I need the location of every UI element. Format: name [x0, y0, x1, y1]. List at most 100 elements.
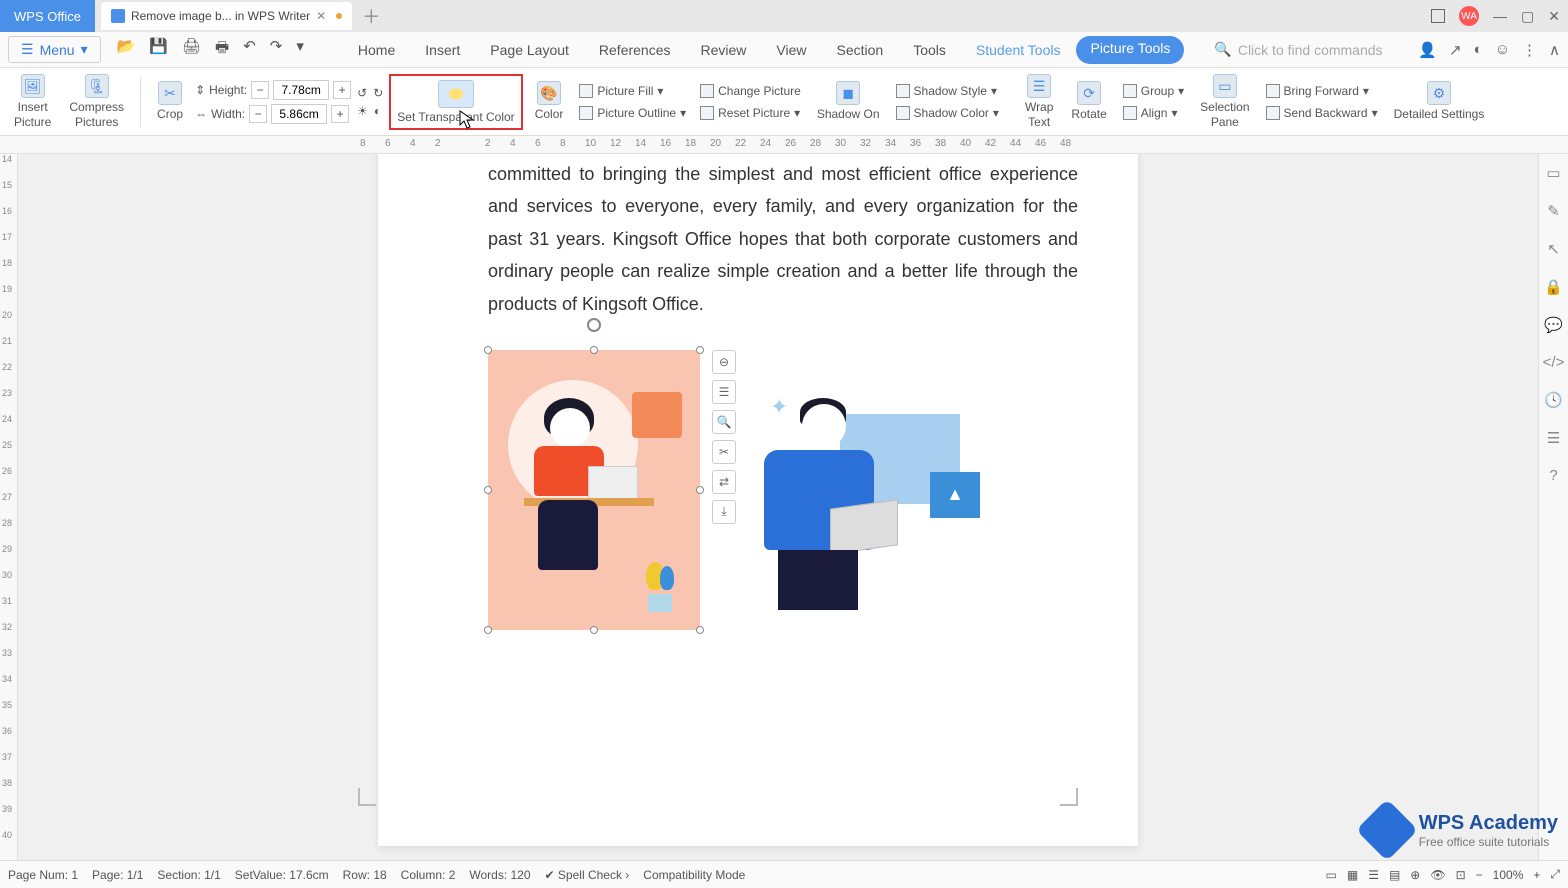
rotate-left-icon[interactable]: ↺ [357, 86, 367, 100]
edit-icon[interactable]: ✎ [1547, 202, 1560, 220]
minimize-icon[interactable]: — [1493, 8, 1507, 24]
lock-icon[interactable]: 🔒 [1544, 278, 1563, 296]
width-increase[interactable]: + [331, 105, 349, 123]
contrast-icon[interactable]: ◐ [374, 104, 381, 118]
more-icon[interactable]: ⋮ [1522, 41, 1537, 59]
tab-references[interactable]: References [585, 36, 685, 64]
tab-insert[interactable]: Insert [411, 36, 474, 64]
height-increase[interactable]: + [333, 81, 351, 99]
select-icon[interactable]: ↖ [1547, 240, 1560, 258]
tab-section[interactable]: Section [823, 36, 898, 64]
command-search[interactable]: 🔍 Click to find commands [1214, 41, 1382, 58]
qat-more-icon[interactable]: ▾ [296, 37, 304, 62]
resize-handle-e[interactable] [696, 486, 704, 494]
reset-picture-button[interactable]: Reset Picture ▾ [696, 104, 805, 122]
add-tab-button[interactable]: ＋ [362, 3, 380, 29]
feedback-icon[interactable]: ☺ [1495, 41, 1510, 59]
resize-handle-n[interactable] [590, 346, 598, 354]
tab-home[interactable]: Home [344, 36, 409, 64]
fullscreen-icon[interactable]: ⤢ [1550, 867, 1560, 882]
second-image[interactable]: ✦ ▲ [750, 394, 990, 626]
width-input[interactable] [271, 104, 327, 124]
tab-picture-tools[interactable]: Picture Tools [1076, 36, 1184, 64]
fit-icon[interactable]: ⊡ [1456, 868, 1466, 882]
wrap-text-button[interactable]: ☰Wrap Text [1019, 72, 1059, 131]
view-globe-icon[interactable]: ⊕ [1410, 868, 1420, 882]
shadow-style-button[interactable]: Shadow Style ▾ [892, 82, 1003, 100]
template-icon[interactable]: ☰ [1547, 429, 1560, 447]
layout-tool[interactable]: ☰ [712, 380, 736, 404]
tab-tools[interactable]: Tools [899, 36, 960, 64]
view-eye-icon[interactable]: 👁 [1430, 868, 1445, 882]
resize-handle-ne[interactable] [696, 346, 704, 354]
zoom-out-button[interactable]: − [1476, 868, 1483, 882]
object-properties-icon[interactable]: ▭ [1546, 164, 1560, 182]
maximize-icon[interactable]: ▢ [1521, 8, 1534, 25]
group-button[interactable]: Group ▾ [1119, 82, 1188, 100]
color-button[interactable]: 🎨Color [529, 79, 570, 123]
tab-student-tools[interactable]: Student Tools [962, 36, 1075, 64]
resize-handle-w[interactable] [484, 486, 492, 494]
shadow-color-button[interactable]: Shadow Color ▾ [892, 104, 1003, 122]
user-avatar[interactable]: WA [1459, 6, 1479, 26]
rotate-handle[interactable] [587, 318, 601, 332]
window-mode-icon[interactable] [1431, 9, 1445, 23]
vertical-ruler[interactable]: 1415161718192021222324252627282930313233… [0, 154, 18, 860]
resize-handle-nw[interactable] [484, 346, 492, 354]
view-outline-icon[interactable]: ☰ [1368, 868, 1379, 882]
bring-forward-button[interactable]: Bring Forward ▾ [1262, 82, 1382, 100]
zoom-level[interactable]: 100% [1493, 868, 1524, 882]
help-icon[interactable]: ? [1549, 467, 1557, 484]
tab-review[interactable]: Review [687, 36, 761, 64]
replace-tool[interactable]: ⇄ [712, 470, 736, 494]
brightness-icon[interactable]: ☀ [357, 104, 368, 118]
export-tool[interactable]: ⤓ [712, 500, 736, 524]
resize-handle-s[interactable] [590, 626, 598, 634]
crop-tool[interactable]: ✂ [712, 440, 736, 464]
screen-icon[interactable]: ▭ [1326, 868, 1337, 882]
document-tab[interactable]: Remove image b... in WPS Writer ✕ [101, 2, 352, 30]
save-icon[interactable]: 💾 [149, 37, 168, 62]
share-icon[interactable]: ↗ [1449, 41, 1462, 59]
open-icon[interactable]: 📂 [117, 37, 136, 62]
code-icon[interactable]: </> [1543, 354, 1565, 371]
zoom-tool[interactable]: 🔍 [712, 410, 736, 434]
redo-icon[interactable]: ↷ [270, 37, 283, 62]
resize-handle-sw[interactable] [484, 626, 492, 634]
menu-button[interactable]: ☰ Menu ▾ [8, 36, 101, 63]
close-window-icon[interactable]: ✕ [1548, 8, 1560, 25]
close-tab-icon[interactable]: ✕ [316, 9, 326, 23]
zoom-in-button[interactable]: + [1533, 868, 1540, 882]
align-button[interactable]: Align ▾ [1119, 104, 1188, 122]
set-transparent-color-button[interactable]: Set Transparent Color [389, 74, 522, 130]
spell-check-button[interactable]: ✔ Spell Check › [545, 868, 630, 882]
theme-icon[interactable]: ◐ [1474, 41, 1483, 59]
width-decrease[interactable]: − [249, 105, 267, 123]
change-picture-button[interactable]: Change Picture [696, 82, 805, 100]
tab-page-layout[interactable]: Page Layout [476, 36, 583, 64]
resize-handle-se[interactable] [696, 626, 704, 634]
lock-width-icon[interactable]: ⇔ [195, 107, 207, 121]
insert-picture-button[interactable]: 🖼Insert Picture [8, 72, 57, 131]
rotate-button[interactable]: ⟳Rotate [1065, 79, 1112, 123]
send-backward-button[interactable]: Send Backward ▾ [1262, 104, 1382, 122]
selected-image[interactable]: ⊖ ☰ 🔍 ✂ ⇄ ⤓ [488, 350, 700, 630]
tab-view[interactable]: View [762, 36, 820, 64]
history-icon[interactable]: 🕓 [1544, 391, 1563, 409]
view-web-icon[interactable]: ▤ [1389, 868, 1400, 882]
picture-fill-button[interactable]: Picture Fill ▾ [575, 82, 690, 100]
rotate-right-icon[interactable]: ↻ [373, 86, 383, 100]
height-input[interactable] [273, 80, 329, 100]
horizontal-ruler[interactable]: 8642246810121416182022242628303234363840… [0, 136, 1568, 154]
app-home-tab[interactable]: WPS Office [0, 0, 95, 32]
picture-outline-button[interactable]: Picture Outline ▾ [575, 104, 690, 122]
comment-icon[interactable]: 💬 [1544, 316, 1563, 334]
view-print-icon[interactable]: ▦ [1347, 868, 1358, 882]
crop-button[interactable]: ✂Crop [151, 79, 189, 123]
print-icon[interactable]: 🖨 [182, 37, 201, 62]
detailed-settings-button[interactable]: ⚙Detailed Settings [1388, 79, 1491, 123]
height-decrease[interactable]: − [251, 81, 269, 99]
print-preview-icon[interactable]: 🖶 [215, 37, 229, 62]
shadow-on-button[interactable]: ◼Shadow On [811, 79, 886, 123]
user-icon[interactable]: 👤 [1418, 41, 1437, 59]
